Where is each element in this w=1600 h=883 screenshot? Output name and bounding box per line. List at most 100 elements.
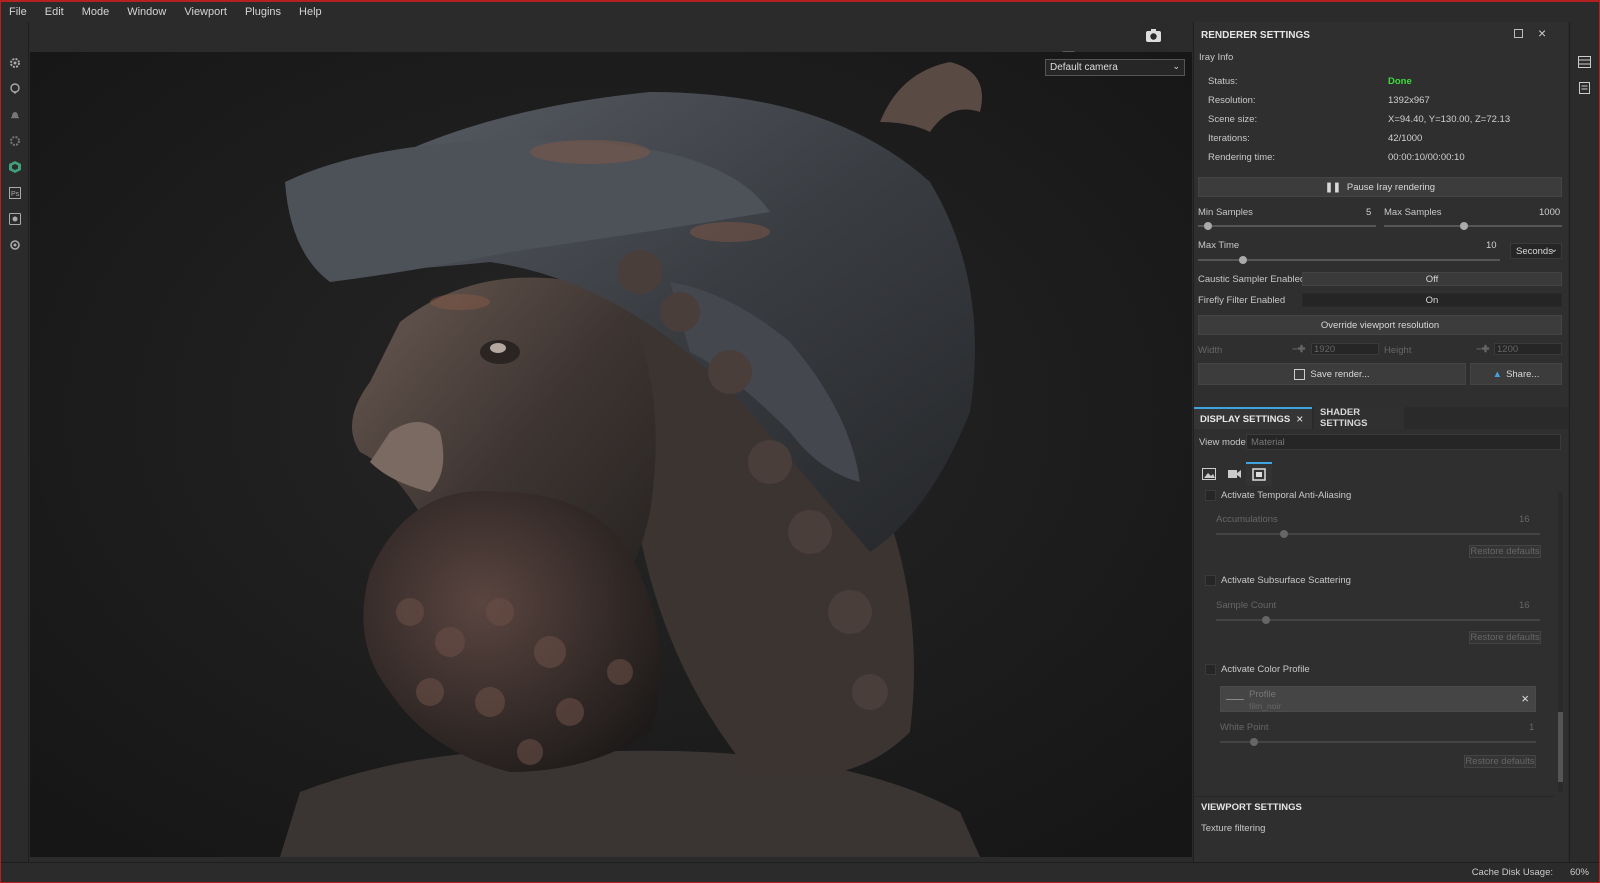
image-icon[interactable] xyxy=(1202,468,1216,480)
sss-checkbox[interactable] xyxy=(1205,575,1216,586)
close-icon[interactable]: × xyxy=(1521,691,1529,706)
rendered-bust-image xyxy=(30,52,1192,857)
scene-size-label: Scene size: xyxy=(1208,114,1258,125)
float-panel-icon[interactable] xyxy=(1514,29,1523,38)
menu-window[interactable]: Window xyxy=(127,6,166,18)
accumulations-value[interactable]: 16 xyxy=(1519,514,1530,525)
gear-icon[interactable] xyxy=(8,56,22,70)
caustic-toggle[interactable]: Off xyxy=(1302,272,1562,286)
iterations-label: Iterations: xyxy=(1208,133,1250,144)
renderer-settings-panel: RENDERER SETTINGS × Iray Info Status: Do… xyxy=(1193,22,1569,862)
profile-swatch xyxy=(1226,699,1244,700)
viewport-toolbar xyxy=(30,22,1192,66)
status-label: Status: xyxy=(1208,76,1238,87)
right-toolbar xyxy=(1569,22,1599,862)
taa-checkbox[interactable] xyxy=(1205,490,1216,501)
max-time-label: Max Time xyxy=(1198,240,1240,251)
view-mode-select[interactable]: Material xyxy=(1246,434,1561,450)
min-samples-knob[interactable] xyxy=(1204,222,1212,230)
restore-defaults-button-1[interactable]: Restore defaults xyxy=(1469,545,1541,558)
menu-edit[interactable]: Edit xyxy=(45,6,64,18)
restore-defaults-button-3[interactable]: Restore defaults xyxy=(1464,755,1536,768)
height-input[interactable]: 1200 xyxy=(1494,343,1562,355)
firefly-toggle[interactable]: On xyxy=(1302,293,1562,307)
share-label: Share... xyxy=(1506,368,1540,380)
max-time-knob[interactable] xyxy=(1239,256,1247,264)
photoshop-icon[interactable]: Ps xyxy=(8,186,22,200)
width-stepper-icon[interactable]: −✚ xyxy=(1292,344,1306,355)
tab-shader-settings[interactable]: SHADER SETTINGS xyxy=(1314,407,1404,429)
height-stepper-icon[interactable]: −✚ xyxy=(1476,344,1490,355)
time-unit-select[interactable]: Seconds ⌄ xyxy=(1510,243,1562,259)
close-icon[interactable]: × xyxy=(1296,412,1303,426)
close-icon[interactable]: × xyxy=(1538,25,1546,41)
hexagon-app-icon[interactable] xyxy=(8,160,22,174)
cog-icon[interactable] xyxy=(8,238,22,252)
cache-disk-label: Cache Disk Usage: xyxy=(1471,867,1553,878)
chevron-down-icon: ⌄ xyxy=(1550,244,1558,255)
override-resolution-button[interactable]: Override viewport resolution xyxy=(1198,315,1562,335)
save-render-button[interactable]: Save render... xyxy=(1198,363,1466,385)
accumulations-label: Accumulations xyxy=(1216,514,1278,525)
left-toolbar: Ps xyxy=(1,22,29,862)
layers-icon[interactable] xyxy=(1578,56,1591,68)
accumulations-slider[interactable] xyxy=(1216,533,1540,535)
camera-icon[interactable] xyxy=(1142,22,1166,52)
white-point-knob[interactable] xyxy=(1250,738,1258,746)
min-samples-value[interactable]: 5 xyxy=(1366,207,1371,218)
save-render-label: Save render... xyxy=(1310,368,1370,380)
white-point-label: White Point xyxy=(1220,722,1269,733)
menu-mode[interactable]: Mode xyxy=(82,6,110,18)
properties-icon[interactable] xyxy=(1578,82,1591,94)
view-mode-label: View mode xyxy=(1199,437,1246,448)
pause-iray-label: Pause Iray rendering xyxy=(1346,181,1436,193)
sample-count-label: Sample Count xyxy=(1216,600,1277,611)
chat-icon[interactable] xyxy=(8,82,22,96)
settings-icon[interactable] xyxy=(8,134,22,148)
sample-count-value[interactable]: 16 xyxy=(1519,600,1530,611)
save-icon xyxy=(1294,368,1306,380)
camera-select-value: Default camera xyxy=(1050,62,1118,73)
menu-plugins[interactable]: Plugins xyxy=(245,6,281,18)
rendering-time-value: 00:00:10/00:00:10 xyxy=(1388,152,1465,163)
sample-count-knob[interactable] xyxy=(1262,616,1270,624)
3d-viewport[interactable] xyxy=(30,52,1192,857)
status-bar: Cache Disk Usage: 60% xyxy=(1,862,1599,882)
menu-viewport[interactable]: Viewport xyxy=(184,6,227,18)
profile-label: Profile xyxy=(1249,689,1276,700)
iterations-value: 42/1000 xyxy=(1388,133,1423,144)
tab-display-label: DISPLAY SETTINGS xyxy=(1200,413,1291,425)
min-samples-label: Min Samples xyxy=(1198,207,1253,218)
viewport-display-tab[interactable] xyxy=(1246,462,1272,486)
width-label: Width xyxy=(1198,345,1223,356)
restore-defaults-button-2[interactable]: Restore defaults xyxy=(1469,631,1541,644)
white-point-value[interactable]: 1 xyxy=(1529,722,1534,733)
viewport-settings-heading: VIEWPORT SETTINGS xyxy=(1201,802,1302,813)
bell-icon[interactable] xyxy=(8,108,22,122)
menu-file[interactable]: File xyxy=(9,6,27,18)
profile-selector[interactable]: Profile film_noir × xyxy=(1220,686,1536,712)
menu-help[interactable]: Help xyxy=(299,6,322,18)
camera-capture-icon[interactable] xyxy=(8,212,22,226)
video-camera-icon[interactable] xyxy=(1228,468,1242,480)
tab-display-settings[interactable]: DISPLAY SETTINGS × xyxy=(1194,407,1312,429)
scene-size-value: X=94.40, Y=130.00, Z=72.13 xyxy=(1388,114,1511,125)
camera-select[interactable]: Default camera ⌄ xyxy=(1045,59,1185,76)
color-profile-checkbox[interactable] xyxy=(1205,664,1216,675)
renderer-settings-title: RENDERER SETTINGS xyxy=(1201,30,1310,41)
scrollbar-thumb[interactable] xyxy=(1558,712,1563,782)
max-samples-value[interactable]: 1000 xyxy=(1539,207,1560,218)
min-samples-slider[interactable] xyxy=(1198,225,1376,227)
max-samples-knob[interactable] xyxy=(1460,222,1468,230)
pause-iray-button[interactable]: ❚❚ Pause Iray rendering xyxy=(1198,177,1562,197)
accumulations-knob[interactable] xyxy=(1280,530,1288,538)
share-button[interactable]: ▲ Share... xyxy=(1470,363,1562,385)
firefly-label: Firefly Filter Enabled xyxy=(1198,295,1286,306)
status-value: Done xyxy=(1388,76,1412,87)
divider xyxy=(1194,796,1554,797)
width-input[interactable]: 1920 xyxy=(1311,343,1379,355)
white-point-slider[interactable] xyxy=(1220,741,1536,743)
max-samples-label: Max Samples xyxy=(1384,207,1442,218)
max-samples-slider[interactable] xyxy=(1384,225,1562,227)
max-time-value[interactable]: 10 xyxy=(1486,240,1497,251)
